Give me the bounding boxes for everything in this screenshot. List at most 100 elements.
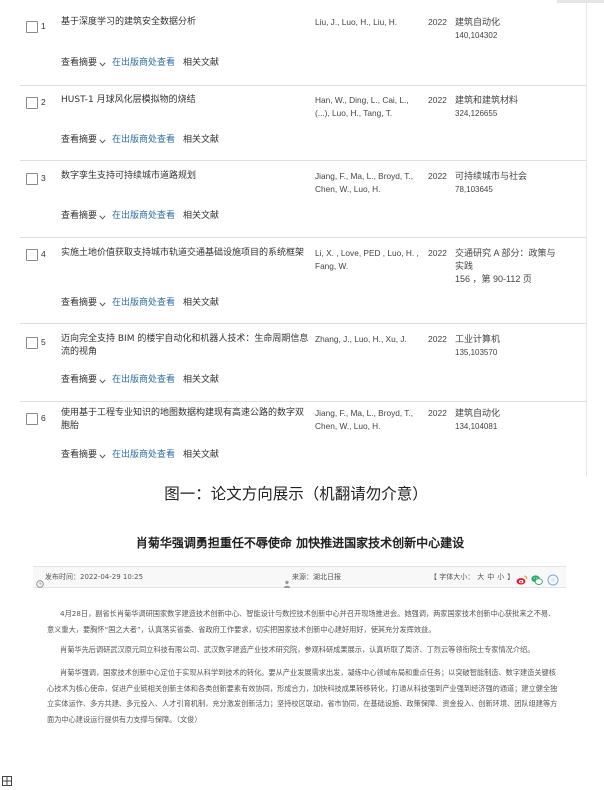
result-checkbox[interactable]: [26, 336, 38, 349]
result-authors: Fang, W.: [315, 260, 349, 271]
font-size-small-button[interactable]: 小: [497, 573, 504, 581]
top-edge-strip: [557, 0, 604, 3]
result-checkbox[interactable]: [26, 172, 38, 185]
result-authors: Chen, W., Luo, H.: [315, 183, 381, 194]
result-title[interactable]: 使用基于工程专业知识的地图数据构建现有高速公路的数字双: [61, 407, 304, 420]
result-index: 6: [41, 412, 46, 423]
result-authors: Li, X. , Love, PED , Luo, H. ,: [315, 247, 419, 258]
result-source: 135,103570: [455, 347, 498, 357]
related-documents-link[interactable]: 相关文献: [183, 374, 219, 387]
result-checkbox[interactable]: [26, 412, 38, 425]
news-paragraph-line: 心技术为核心使命，促进产业链相关创新主体和各类创新要素有效协同，形成合力，加快科…: [47, 683, 558, 693]
result-index: 4: [41, 248, 46, 259]
result-separator: [20, 85, 586, 86]
view-abstract-link[interactable]: 查看摘要: [61, 449, 97, 462]
font-size-close-bracket: 】: [507, 573, 515, 581]
figure-caption-1: 图一：论文方向展示（机翻请勿介意）: [164, 485, 428, 503]
chevron-down-icon[interactable]: [99, 374, 106, 387]
result-authors: Jiang, F., Ma, L., Broyd, T.,: [315, 170, 414, 181]
related-documents-link[interactable]: 相关文献: [183, 210, 219, 223]
result-index: 1: [41, 20, 46, 31]
result-index: 5: [41, 336, 46, 347]
result-title[interactable]: 流的视角: [61, 346, 97, 359]
wechat-icon[interactable]: [531, 571, 543, 585]
view-at-publisher-link[interactable]: 在出版商处查看: [112, 449, 175, 462]
source-icon: [283, 573, 291, 592]
result-source: 建筑自动化: [455, 16, 501, 27]
result-authors: Han, W., Ding, L., Cai, L.,: [315, 94, 409, 105]
result-year: 2022: [428, 16, 447, 27]
news-paragraph-line: 立实体运作、多方共建、多元投入、人才引育机制，充分激发创新活力；坚持校区联动，省…: [47, 699, 558, 708]
related-documents-link[interactable]: 相关文献: [183, 449, 219, 462]
result-index: 2: [41, 96, 46, 107]
news-paragraph-line: 肖菊华先后调研武汉原元同立科技有限公司、武汉数字建造产业技术研究院，参观科研成果…: [60, 645, 535, 654]
font-size-medium-button[interactable]: 中: [487, 573, 494, 581]
view-at-publisher-link[interactable]: 在出版商处查看: [112, 57, 175, 70]
result-authors: (...), Luo, H., Tang, T.: [315, 107, 393, 118]
font-size-label: 【 字体大小：: [430, 573, 475, 581]
view-abstract-link[interactable]: 查看摘要: [61, 134, 97, 147]
chevron-down-icon[interactable]: [99, 134, 106, 147]
publish-time: 发布时间：2022-04-29 10:25: [45, 573, 144, 581]
result-separator: [20, 401, 586, 402]
result-checkbox[interactable]: [26, 96, 38, 109]
result-title[interactable]: 迈向完全支持 BIM 的楼宇自动化和机器人技术：生命周期信息: [61, 333, 308, 346]
view-abstract-link[interactable]: 查看摘要: [61, 210, 97, 223]
result-source: 156 ，第 90-112 页: [455, 273, 532, 284]
results-card-border: [586, 0, 587, 476]
result-index: 3: [41, 172, 46, 183]
result-title[interactable]: 胞胎: [61, 420, 79, 433]
chevron-down-icon[interactable]: [99, 449, 106, 462]
result-authors: Zhang, J., Luo, H., Xu, J.: [315, 333, 407, 344]
view-at-publisher-link[interactable]: 在出版商处查看: [112, 134, 175, 147]
news-source: 来源：湖北日报: [292, 573, 341, 581]
view-at-publisher-link[interactable]: 在出版商处查看: [112, 210, 175, 223]
result-title[interactable]: 数字孪生支持可持续城市道路规划: [61, 170, 196, 183]
view-at-publisher-link[interactable]: 在出版商处查看: [112, 297, 175, 310]
result-separator: [20, 323, 586, 324]
clock-icon: [36, 573, 44, 592]
search-results-list: 1 基于深度学习的建筑安全数据分析 Liu, J., Luo, H., Liu, H…: [0, 0, 604, 480]
related-documents-link[interactable]: 相关文献: [183, 134, 219, 147]
result-year: 2022: [428, 407, 447, 418]
grid-icon[interactable]: [2, 771, 12, 790]
result-year: 2022: [428, 170, 447, 181]
view-at-publisher-link[interactable]: 在出版商处查看: [112, 374, 175, 387]
chevron-down-icon[interactable]: [99, 297, 106, 310]
result-source: 建筑自动化: [455, 407, 501, 418]
view-abstract-link[interactable]: 查看摘要: [61, 374, 97, 387]
font-size-large-button[interactable]: 大: [477, 573, 484, 581]
result-checkbox[interactable]: [26, 20, 38, 33]
view-abstract-link[interactable]: 查看摘要: [61, 57, 97, 70]
chevron-down-icon[interactable]: [99, 57, 106, 70]
result-title[interactable]: HUST-1 月球风化层模拟物的烧结: [61, 94, 196, 107]
result-source: 324,126655: [455, 108, 498, 118]
qzone-icon[interactable]: [547, 571, 559, 586]
news-title: 肖菊华强调勇担重任不辱使命 加快推进国家技术创新中心建设: [135, 536, 465, 550]
result-separator: [20, 237, 586, 238]
result-title[interactable]: 实施土地价值获取支持城市轨道交通基础设施项目的系统框架: [61, 247, 304, 260]
result-source: 可持续城市与社会: [455, 170, 528, 181]
result-authors: Liu, J., Luo, H., Liu, H.: [315, 16, 398, 27]
result-source: 140,104302: [455, 30, 498, 40]
weibo-icon[interactable]: [516, 571, 528, 585]
result-year: 2022: [428, 94, 447, 105]
related-documents-link[interactable]: 相关文献: [183, 57, 219, 70]
result-source: 工业计算机: [455, 333, 501, 344]
result-checkbox[interactable]: [26, 248, 38, 261]
news-meta-bar: 发布时间：2022-04-29 10:25 来源：湖北日报 【 字体大小：大中小…: [33, 566, 566, 588]
result-year: 2022: [428, 333, 447, 344]
result-authors: Chen, W., Luo, H.: [315, 420, 381, 431]
news-paragraph-line: 肖菊华强调，国家技术创新中心定位于实现从科学到技术的转化。要从产业发展需求出发，…: [60, 668, 556, 677]
view-abstract-link[interactable]: 查看摘要: [61, 297, 97, 310]
result-source: 建筑和建筑材料: [455, 94, 519, 105]
related-documents-link[interactable]: 相关文献: [183, 297, 219, 310]
result-authors: Jiang, F., Ma, L., Broyd, T.,: [315, 407, 414, 418]
result-source: 78,103645: [455, 184, 493, 194]
news-paragraph-line: 意义重大，要胸怀“国之大者”，认真落实省委、省政府工作要求，切实把国家技术创新中…: [47, 624, 436, 634]
font-size-control: 【 字体大小：大中小】: [430, 567, 514, 587]
chevron-down-icon[interactable]: [99, 210, 106, 223]
result-separator: [20, 160, 586, 161]
result-title[interactable]: 基于深度学习的建筑安全数据分析: [61, 16, 196, 29]
news-paragraph-line: 面为中心建设运行提供有力支撑与保障。（文俊）: [47, 714, 202, 724]
